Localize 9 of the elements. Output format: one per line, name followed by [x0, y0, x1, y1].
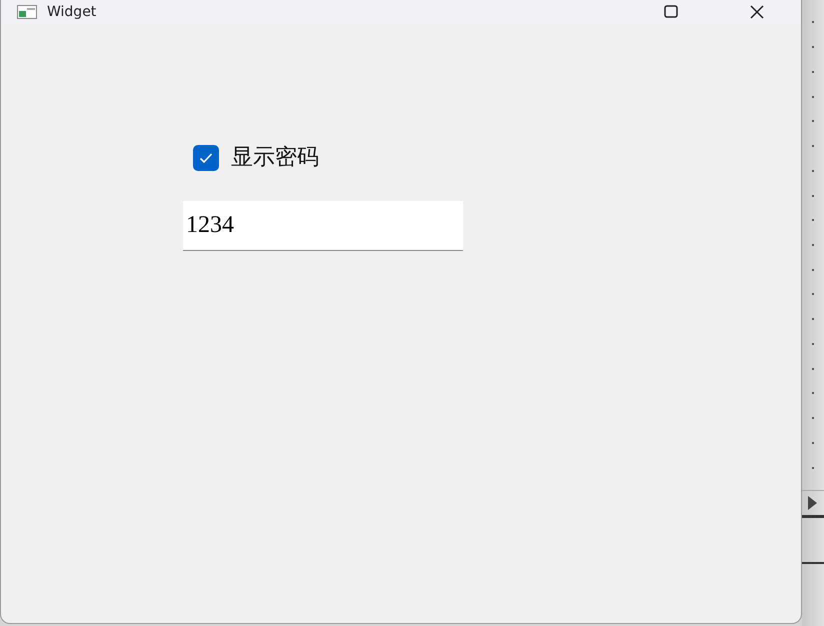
- checkmark-icon: [199, 152, 213, 164]
- close-icon[interactable]: [749, 5, 765, 19]
- password-field[interactable]: 1234: [183, 201, 463, 251]
- checkbox[interactable]: [193, 144, 219, 170]
- window-title: Widget: [47, 5, 96, 19]
- maximize-icon[interactable]: [663, 5, 679, 19]
- app-icon: [17, 5, 37, 19]
- right-arrow-icon[interactable]: [808, 496, 817, 510]
- checkbox-label[interactable]: 显示密码: [231, 141, 319, 174]
